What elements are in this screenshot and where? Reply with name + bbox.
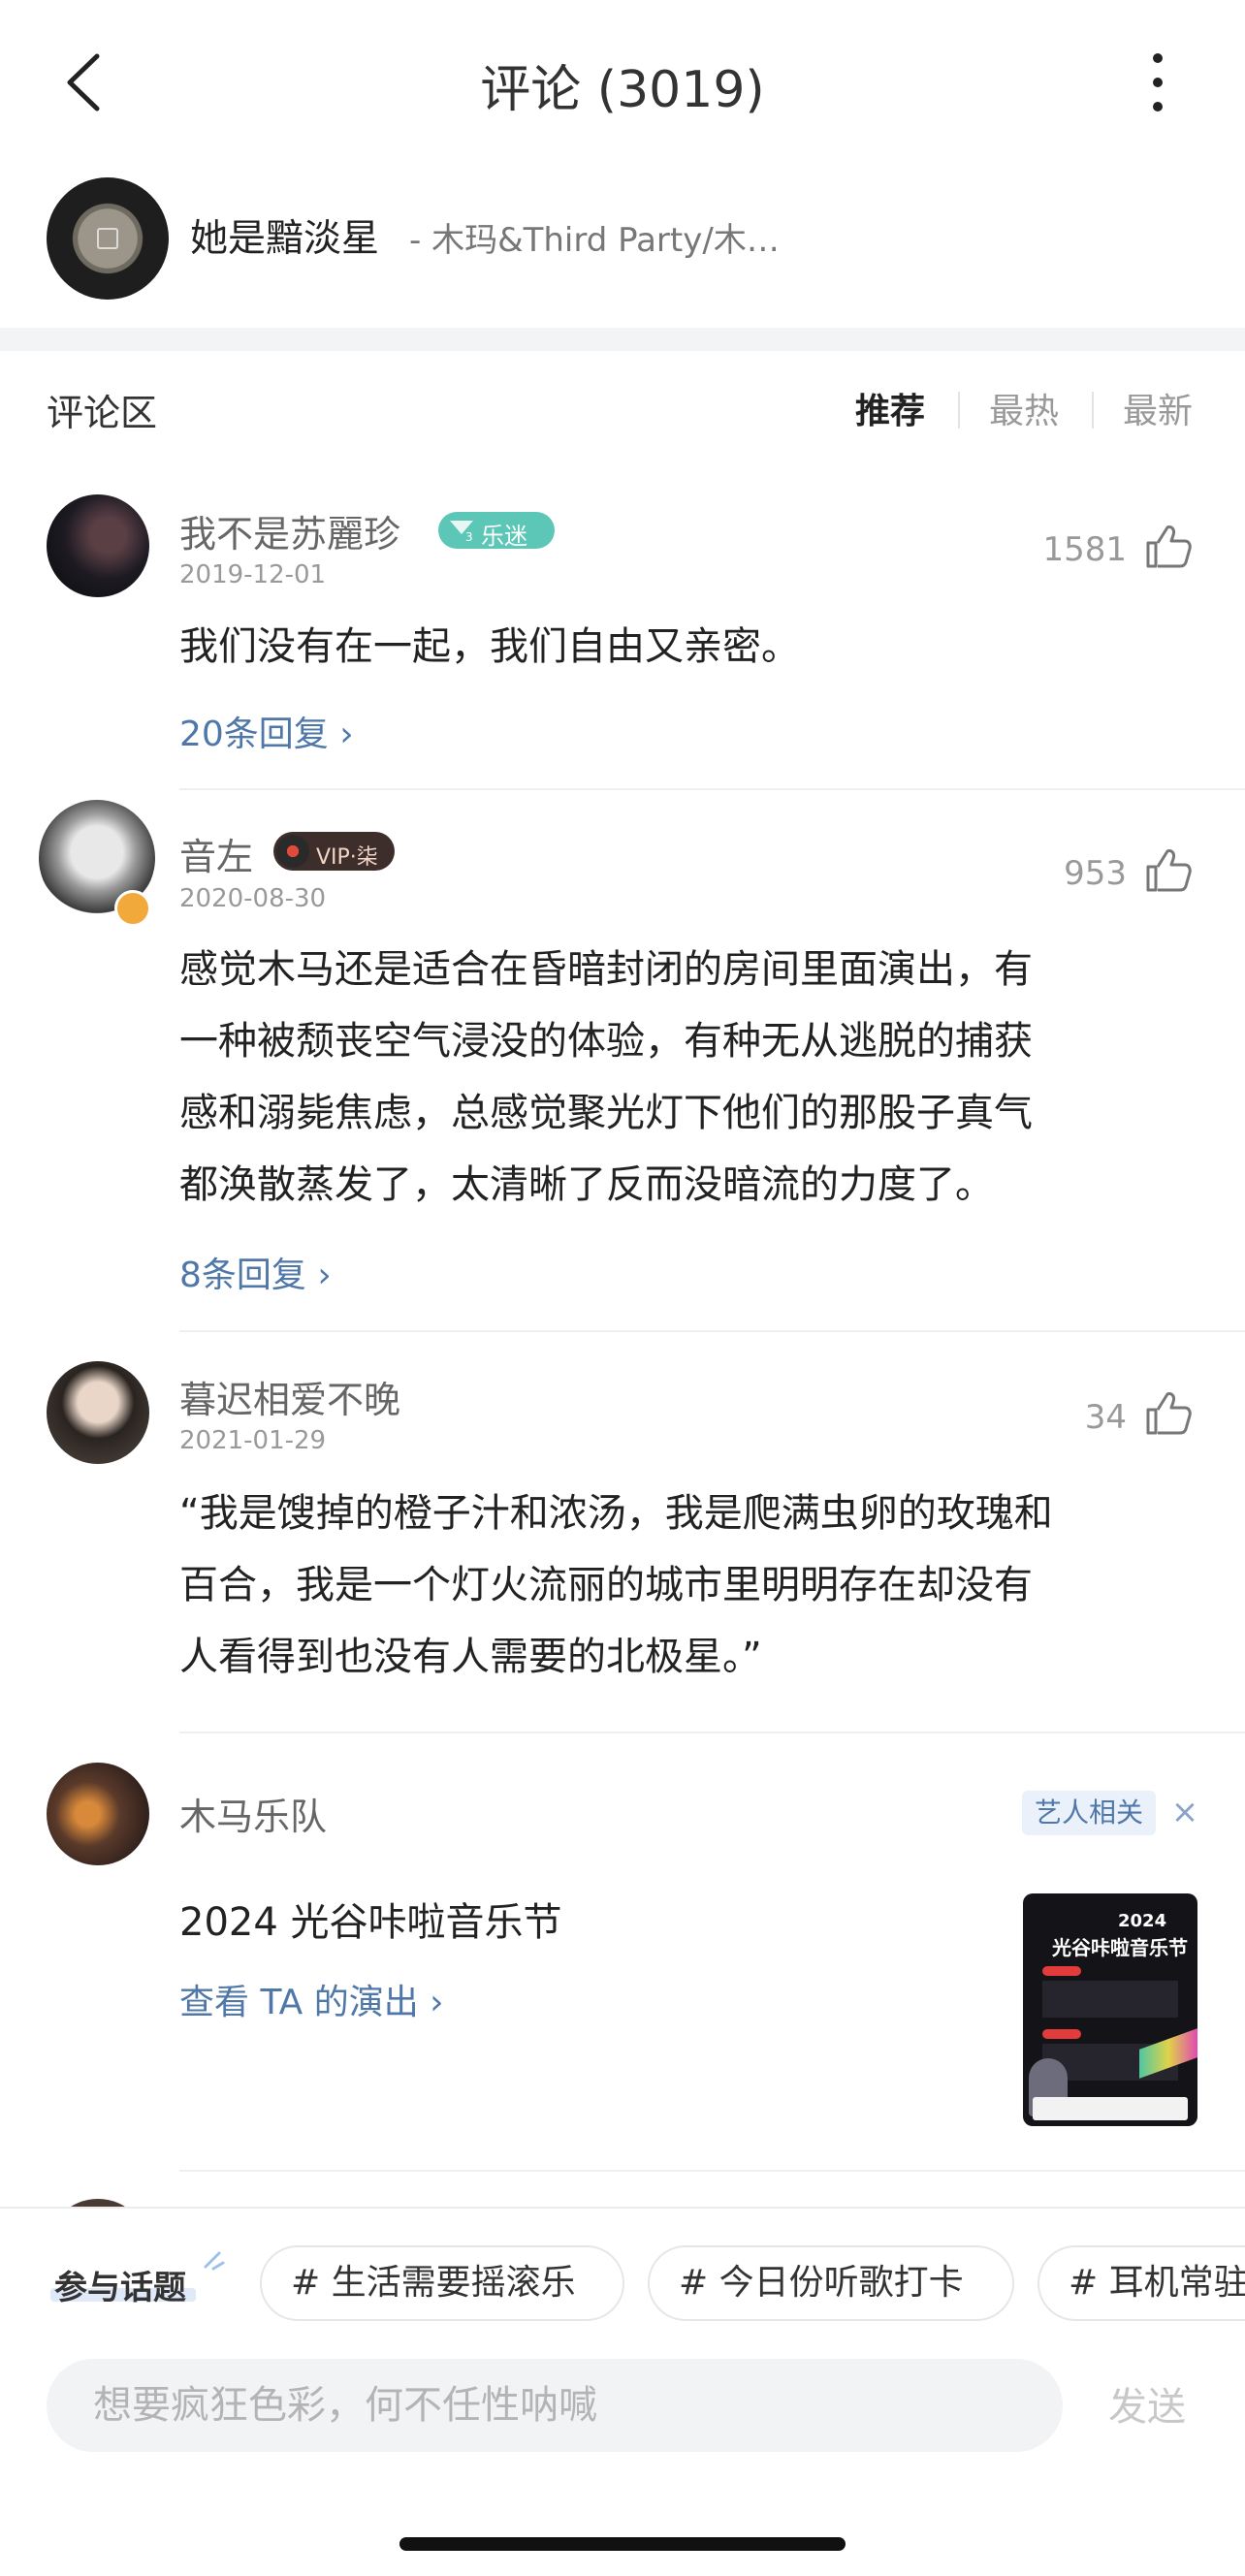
comment-divider bbox=[179, 2170, 1245, 2172]
replies-link[interactable]: 20条回复 › bbox=[179, 706, 354, 756]
comment-text: 感觉木马还是适合在昏暗封闭的房间里面演出，有 一种被颓丧空气浸没的体验，有种无从… bbox=[179, 947, 1033, 1207]
like-count: 953 bbox=[1064, 854, 1127, 893]
fan-level-icon: 3 bbox=[450, 521, 473, 542]
comment-username[interactable]: 音左 bbox=[179, 827, 253, 880]
thumbs-up-icon[interactable] bbox=[1144, 522, 1193, 570]
event-poster[interactable]: 2024 光谷咔啦音乐节 bbox=[1023, 1893, 1197, 2126]
comment-date: 2021-01-29 bbox=[179, 1426, 327, 1455]
top-bar: 评论 (3019) bbox=[0, 0, 1245, 170]
topic-chip[interactable]: # 生活需要摇滚乐 bbox=[260, 2245, 624, 2321]
song-cover[interactable] bbox=[47, 177, 169, 300]
comment-divider bbox=[179, 788, 1245, 790]
page-title: 评论 (3019) bbox=[480, 61, 765, 119]
fan-badge[interactable]: 3 乐迷 bbox=[438, 512, 555, 550]
song-name: 她是黯淡星 bbox=[190, 217, 380, 261]
thumbs-up-icon[interactable] bbox=[1144, 1388, 1193, 1437]
comment-text: 我们没有在一起，我们自由又亲密。 bbox=[179, 624, 800, 669]
sort-separator bbox=[958, 392, 960, 429]
close-icon[interactable]: × bbox=[1165, 1790, 1204, 1834]
comment-text: “我是馊掉的橙子汁和浓汤，我是爬满虫卵的玫瑰和 百合，我是一个灯火流丽的城市里明… bbox=[179, 1491, 1053, 1679]
comment-divider bbox=[179, 1732, 1245, 1733]
more-button[interactable] bbox=[1134, 48, 1181, 116]
thumbs-up-icon[interactable] bbox=[1144, 845, 1193, 894]
comment-input-container[interactable] bbox=[47, 2359, 1063, 2452]
topics-label: 参与话题 bbox=[54, 2269, 186, 2307]
topic-chip[interactable]: # 今日份听歌打卡 bbox=[648, 2245, 1014, 2321]
comment-date: 2019-12-01 bbox=[179, 560, 327, 589]
artist-related-tag: 艺人相关 bbox=[1022, 1791, 1156, 1835]
promo-event-title[interactable]: 2024 光谷咔啦音乐节 bbox=[179, 1891, 562, 1947]
comment-date: 2020-08-30 bbox=[179, 884, 327, 913]
avatar[interactable] bbox=[47, 1361, 149, 1464]
comments-section-title: 评论区 bbox=[47, 392, 158, 434]
cover-mark-icon bbox=[97, 228, 118, 249]
sort-separator bbox=[1092, 392, 1094, 429]
comment-username[interactable]: 暮迟相爱不晚 bbox=[179, 1370, 400, 1423]
more-vertical-icon bbox=[1153, 53, 1163, 111]
home-indicator bbox=[399, 2537, 846, 2551]
sort-hottest[interactable]: 最热 bbox=[989, 383, 1059, 433]
comment-divider bbox=[179, 1330, 1245, 1332]
artist-name[interactable]: 木马乐队 bbox=[179, 1787, 327, 1840]
svg-text:3: 3 bbox=[465, 530, 473, 542]
like-count: 1581 bbox=[1042, 530, 1127, 569]
replies-link[interactable]: 8条回复 › bbox=[179, 1247, 332, 1297]
like-count: 34 bbox=[1084, 1398, 1127, 1437]
avatar[interactable] bbox=[47, 494, 149, 597]
artist-avatar[interactable] bbox=[47, 1763, 149, 1865]
section-divider bbox=[0, 328, 1245, 351]
topic-chip[interactable]: # 耳机常驻 bbox=[1038, 2245, 1245, 2321]
view-shows-link[interactable]: 查看 TA 的演出 › bbox=[179, 1974, 444, 2024]
comment-username[interactable]: 我不是苏麗珍 bbox=[179, 504, 400, 557]
comment-input[interactable] bbox=[47, 2359, 1063, 2452]
song-artist: - 木玛&Third Party/木… bbox=[409, 221, 780, 260]
vinyl-disc-icon bbox=[276, 835, 309, 868]
sort-newest[interactable]: 最新 bbox=[1123, 383, 1193, 433]
send-button[interactable]: 发送 bbox=[1108, 2375, 1186, 2432]
spark-icon bbox=[204, 2251, 225, 2271]
song-info[interactable]: 她是黯淡星 - 木玛&Third Party/木… bbox=[0, 170, 1245, 330]
vip-badge[interactable]: VIP·柒 bbox=[273, 832, 395, 871]
sort-recommended[interactable]: 推荐 bbox=[855, 383, 925, 433]
level-star-badge bbox=[114, 890, 151, 927]
